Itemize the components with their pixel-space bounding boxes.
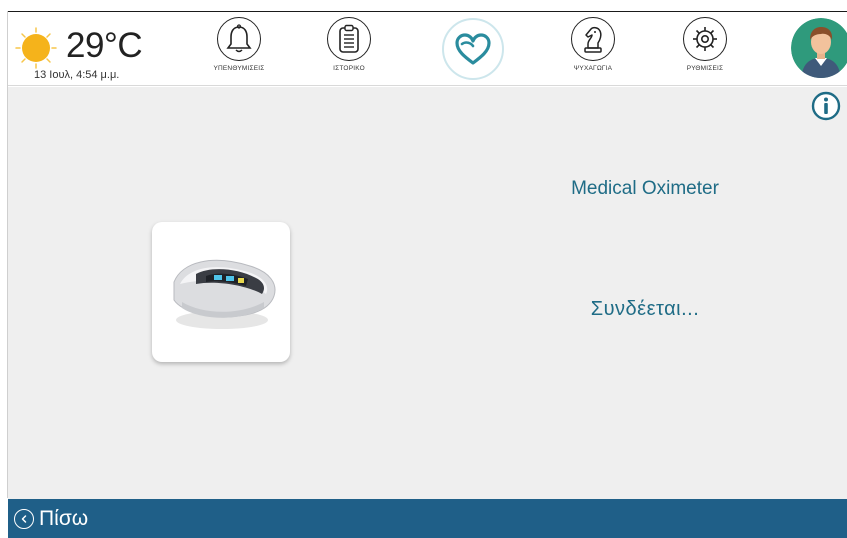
back-chevron-icon — [14, 509, 34, 529]
footer-bar: Πίσω — [8, 499, 847, 538]
back-button[interactable]: Πίσω — [14, 505, 88, 533]
main-content — [8, 87, 847, 499]
top-bar: 29°C 13 Ιουλ, 4:54 μ.μ. ΥΠΕΝΘΥΜΙΣΕΙΣ ΙΣΤ… — [8, 12, 847, 86]
nav-history[interactable]: ΙΣΤΟΡΙΚΟ — [304, 17, 394, 83]
info-icon[interactable] — [810, 90, 842, 122]
nav-label-reminders: ΥΠΕΝΘΥΜΙΣΕΙΣ — [213, 65, 265, 72]
nav-health[interactable] — [442, 18, 506, 82]
weather-widget: 29°C 13 Ιουλ, 4:54 μ.μ. — [14, 20, 164, 81]
date-time: 13 Ιουλ, 4:54 μ.μ. — [34, 69, 120, 81]
device-title: Medical Oximeter — [571, 178, 719, 199]
nav-label-history: ΙΣΤΟΡΙΚΟ — [333, 65, 365, 72]
temperature: 29°C — [66, 26, 143, 65]
clipboard-icon — [339, 24, 359, 53]
pulse-oximeter-image — [173, 259, 276, 329]
gear-icon — [693, 27, 717, 51]
nav-settings[interactable]: ΡΥΘΜΙΣΕΙΣ — [660, 17, 750, 83]
device-image-card — [152, 222, 290, 362]
nav-label-settings: ΡΥΘΜΙΣΕΙΣ — [686, 65, 724, 72]
user-avatar[interactable] — [791, 18, 847, 78]
chess-knight-icon — [584, 26, 602, 53]
bell-icon — [226, 24, 252, 53]
sun-icon — [15, 27, 57, 69]
nav-entertainment[interactable]: ΨΥΧΑΓΩΓΙΑ — [548, 17, 638, 83]
heart-icon — [455, 33, 491, 65]
nav-reminders[interactable]: ΥΠΕΝΘΥΜΙΣΕΙΣ — [194, 17, 284, 83]
user-avatar-icon — [791, 18, 847, 78]
nav-label-entertainment: ΨΥΧΑΓΩΓΙΑ — [573, 65, 613, 72]
back-label: Πίσω — [39, 507, 89, 530]
connection-status: Συνδέεται... — [590, 298, 700, 320]
